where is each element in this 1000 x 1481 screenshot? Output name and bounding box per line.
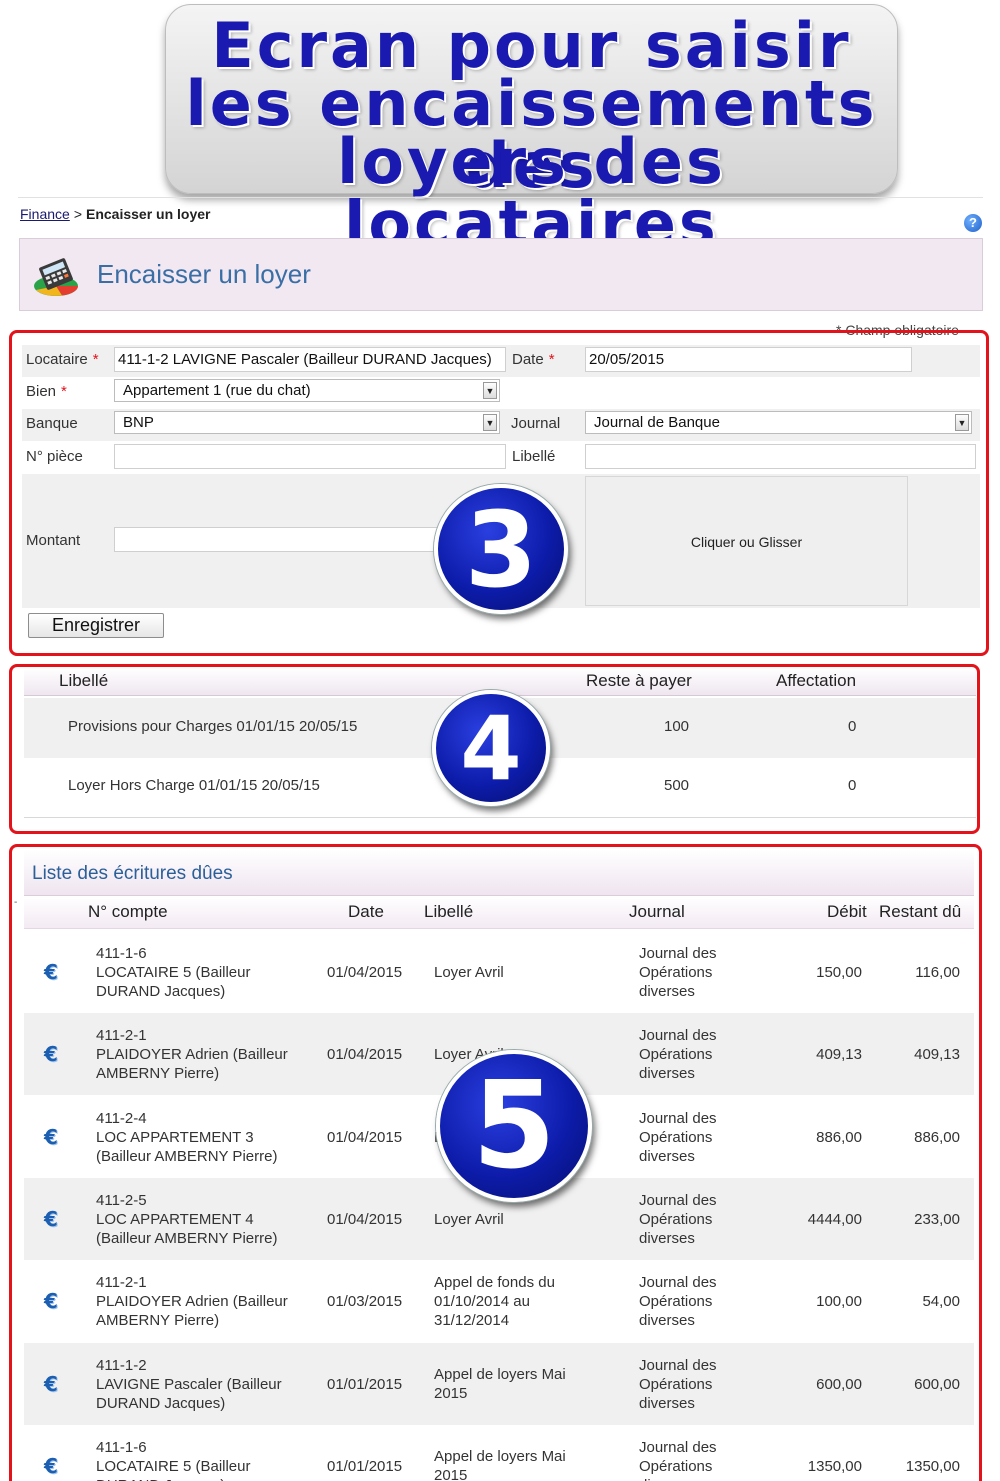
- breadcrumb-current: Encaisser un loyer: [86, 206, 211, 222]
- callout-badge-3: 3: [434, 484, 568, 614]
- page-header: Encaisser un loyer: [19, 238, 983, 311]
- callout-badge-5: 5: [436, 1050, 592, 1202]
- help-icon[interactable]: ?: [964, 214, 982, 232]
- calculator-icon: [34, 258, 78, 296]
- breadcrumb: Finance > Encaisser un loyer: [20, 206, 211, 222]
- banner-line-3: loyers des locataires: [337, 125, 726, 260]
- breadcrumb-separator: >: [73, 206, 82, 222]
- breadcrumb-finance-link[interactable]: Finance: [20, 206, 70, 222]
- title-banner: Ecran pour saisir les encaissements des …: [165, 4, 898, 255]
- page-title: Encaisser un loyer: [97, 259, 311, 289]
- callout-badge-4: 4: [432, 690, 550, 806]
- divider: [18, 197, 983, 198]
